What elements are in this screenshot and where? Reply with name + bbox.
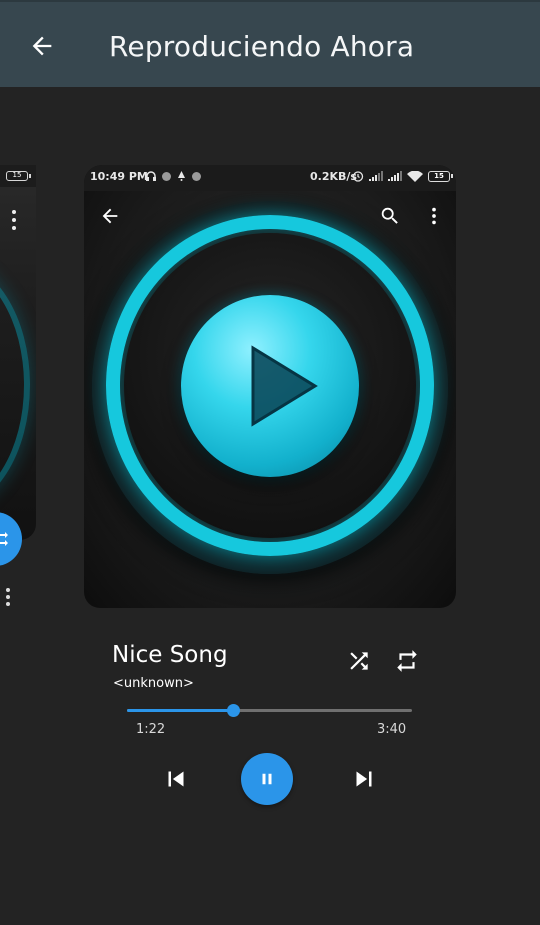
previous-track-button[interactable] <box>158 761 194 797</box>
more-vert-icon <box>12 210 16 230</box>
notification-dot-icon <box>192 171 201 181</box>
more-vert-icon[interactable] <box>423 205 445 227</box>
seek-bar-thumb[interactable] <box>227 704 241 717</box>
card-status-bar: 10:49 PM 0.2KB/s 15 <box>84 165 456 191</box>
skip-next-icon <box>356 771 372 787</box>
skip-previous-icon <box>168 771 184 787</box>
previous-card[interactable]: 15 <box>0 165 36 540</box>
back-button[interactable] <box>22 26 62 66</box>
signal-icon <box>369 171 383 181</box>
notification-dot-icon <box>162 171 171 181</box>
more-vert-icon[interactable] <box>4 587 12 607</box>
repeat-icon <box>397 650 417 672</box>
pause-icon <box>262 773 272 785</box>
play-icon <box>251 345 318 427</box>
status-network-speed: 0.2KB/s <box>310 170 357 183</box>
headphones-icon <box>146 171 156 181</box>
battery-icon: 15 <box>428 170 453 182</box>
card-toolbar <box>84 201 456 231</box>
notification-bell-icon <box>178 171 185 181</box>
song-title: Nice Song <box>112 642 228 668</box>
arrow-back-icon <box>32 36 52 56</box>
elapsed-time: 1:22 <box>136 722 166 737</box>
seek-bar-progress <box>127 709 234 712</box>
shuffle-button[interactable] <box>344 646 374 676</box>
page-title: Reproduciendo Ahora <box>109 30 415 63</box>
previous-card-artwork <box>0 260 30 510</box>
repeat-icon <box>0 532 8 546</box>
status-time: 10:49 PM <box>90 170 148 183</box>
alarm-icon <box>352 171 364 182</box>
previous-card-status-bar: 15 <box>0 165 36 187</box>
seek-bar[interactable] <box>127 704 412 717</box>
arrow-back-icon[interactable] <box>99 205 121 227</box>
signal-icon <box>388 171 402 181</box>
now-playing-screen: Reproduciendo Ahora 15 10:49 PM 0.2KB/s … <box>0 0 540 925</box>
status-icons-right: 15 <box>352 170 453 182</box>
search-icon[interactable] <box>379 205 401 227</box>
shuffle-icon <box>350 652 368 670</box>
total-duration: 3:40 <box>377 722 407 737</box>
app-bar: Reproduciendo Ahora <box>0 0 540 87</box>
next-track-button[interactable] <box>346 761 382 797</box>
play-pause-button[interactable] <box>241 753 293 805</box>
wifi-icon <box>407 170 423 182</box>
album-art-card[interactable]: 10:49 PM 0.2KB/s 15 <box>84 165 456 608</box>
song-artist: <unknown> <box>113 676 194 691</box>
repeat-button[interactable] <box>392 646 422 676</box>
status-icons-left <box>146 171 201 181</box>
battery-icon: 15 <box>6 171 31 181</box>
